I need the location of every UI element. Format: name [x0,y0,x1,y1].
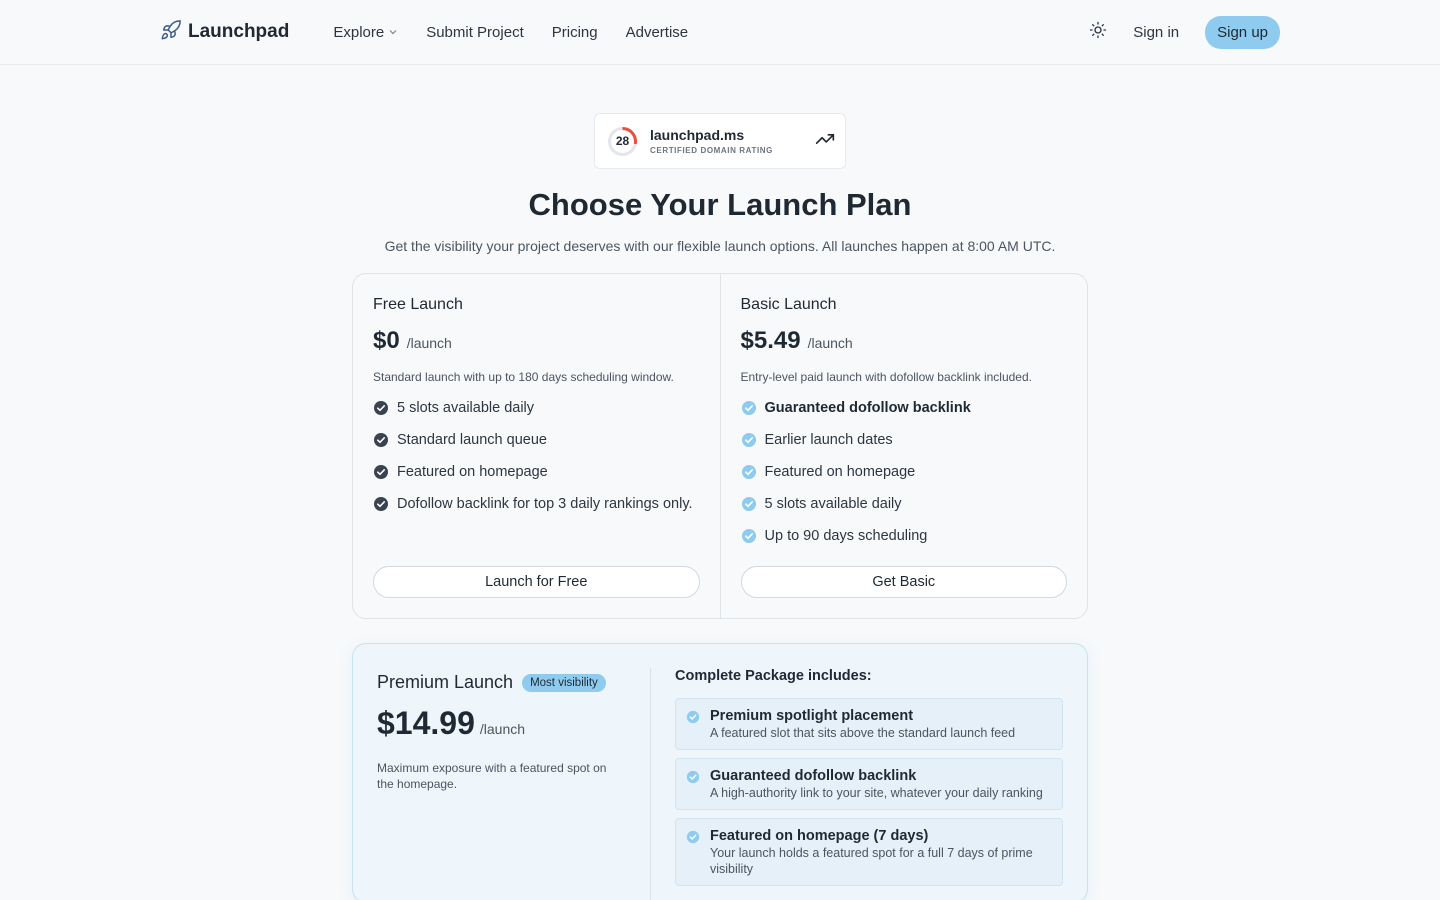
pricing-main: 28 launchpad.ms CERTIFIED DOMAIN RATING … [352,65,1088,900]
site-header: Launchpad Explore Submit Project Pricing… [0,0,1440,65]
check-circle-icon [373,432,389,454]
check-circle-icon [741,400,757,422]
check-circle-icon [373,400,389,422]
get-basic-button[interactable]: Get Basic [740,566,1067,598]
most-visibility-badge: Most visibility [522,673,606,692]
plan-description: Standard launch with up to 180 days sche… [373,370,674,384]
plan-basic: Basic Launch $5.49 /launch Entry-level p… [719,274,1088,618]
plan-feature-item: Featured on homepage [741,462,1068,486]
plan-price: $14.99 [377,705,475,741]
package-item-body: Premium spotlight placement A featured sl… [710,708,1015,741]
plan-feature-item: Featured on homepage [373,462,700,486]
plan-name: Free Launch [373,296,463,313]
plan-price: $5.49 [740,327,801,354]
package-item-title: Featured on homepage (7 days) [710,828,929,844]
nav-explore-label: Explore [333,23,385,41]
plan-feature-text: Featured on homepage [397,464,548,480]
plan-free: Free Launch $0 /launch Standard launch w… [353,274,720,618]
domain-rating-badge-wrap: 28 launchpad.ms CERTIFIED DOMAIN RATING [352,113,1088,169]
premium-summary: Premium Launch Most visibility $14.99 /l… [377,668,651,900]
package-item-description: A high-authority link to your site, what… [710,786,1043,800]
check-circle-icon [686,770,700,801]
plan-feature-item: 5 slots available daily [741,494,1068,518]
check-circle-icon [741,528,757,550]
sign-in-link[interactable]: Sign in [1133,24,1179,41]
nav-pricing[interactable]: Pricing [552,24,598,41]
plan-price-row: $14.99 /launch [377,705,626,742]
plan-name: Premium Launch [377,672,514,692]
rocket-icon [160,19,182,46]
plan-feature-text: Guaranteed dofollow backlink [764,400,971,416]
plan-feature-text: Standard launch queue [397,432,547,448]
domain-rating-caption: CERTIFIED DOMAIN RATING [650,146,773,155]
nav-explore[interactable]: Explore [333,24,398,41]
check-circle-icon [373,464,389,486]
premium-title-row: Premium Launch Most visibility [377,672,626,693]
plan-feature-text: Earlier launch dates [764,432,893,448]
package-item-title: Guaranteed dofollow backlink [710,768,917,784]
package-item-list: Premium spotlight placement A featured sl… [675,698,1063,886]
plan-feature-item: Standard launch queue [373,430,700,454]
domain-rating-text: launchpad.ms CERTIFIED DOMAIN RATING [650,127,773,155]
plan-description: Maximum exposure with a featured spot on… [377,761,607,791]
package-item-body: Guaranteed dofollow backlink A high-autho… [710,768,1043,801]
plan-name: Basic Launch [740,296,837,313]
chevron-down-icon [388,24,398,41]
plan-description: Entry-level paid launch with dofollow ba… [740,370,1033,384]
nav-submit-project[interactable]: Submit Project [426,24,524,41]
plan-premium: Premium Launch Most visibility $14.99 /l… [352,643,1088,900]
plan-feature-item: 5 slots available daily [373,398,700,422]
domain-rating-ring: 28 [607,126,638,157]
check-circle-icon [741,432,757,454]
package-item: Premium spotlight placement A featured sl… [675,698,1063,750]
check-circle-icon [686,830,700,877]
domain-rating-badge[interactable]: 28 launchpad.ms CERTIFIED DOMAIN RATING [594,113,846,169]
package-item-title: Premium spotlight placement [710,708,914,724]
plan-feature-text: Up to 90 days scheduling [764,528,928,544]
trending-up-icon [815,129,835,154]
plan-feature-list: 5 slots available daily Standard launch q… [373,398,700,526]
plan-feature-text: 5 slots available daily [764,496,902,512]
nav-advertise[interactable]: Advertise [626,24,689,41]
package-item-description: A featured slot that sits above the stan… [710,726,1016,740]
page-subtitle: Get the visibility your project deserves… [384,238,1056,254]
package-item: Guaranteed dofollow backlink A high-autho… [675,758,1063,810]
check-circle-icon [741,464,757,486]
package-item-body: Featured on homepage (7 days) Your launch… [710,828,1052,877]
launch-for-free-button[interactable]: Launch for Free [373,566,700,598]
plan-feature-text: Dofollow backlink for top 3 daily rankin… [397,496,693,512]
plan-feature-item: Dofollow backlink for top 3 daily rankin… [373,494,700,518]
plan-price: $0 [373,327,400,354]
check-circle-icon [373,496,389,518]
sign-up-button[interactable]: Sign up [1205,15,1280,49]
plan-price-unit: /launch [479,721,526,737]
domain-name: launchpad.ms [650,127,745,143]
plan-feature-list: Guaranteed dofollow backlink Earlier laun… [741,398,1068,558]
premium-package: Complete Package includes: Premium spotl… [651,668,1063,900]
plan-feature-item: Up to 90 days scheduling [741,526,1068,550]
page-title: Choose Your Launch Plan [528,187,912,222]
domain-rating-value: 28 [615,134,630,148]
header-actions: Sign in Sign up [1089,15,1280,49]
main-nav: Explore Submit Project Pricing Advertise [333,24,688,41]
plan-feature-text: 5 slots available daily [397,400,535,416]
plan-feature-item: Guaranteed dofollow backlink [741,398,1068,422]
sun-icon[interactable] [1089,21,1107,44]
package-item: Featured on homepage (7 days) Your launch… [675,818,1063,886]
plan-price-row: $0 /launch [373,327,700,355]
package-title: Complete Package includes: [675,668,872,684]
check-circle-icon [686,710,700,741]
plan-price-unit: /launch [406,335,452,351]
plan-price-unit: /launch [807,335,853,351]
brand-logo-link[interactable]: Launchpad [160,19,289,46]
plan-price-row: $5.49 /launch [741,327,1068,355]
plan-feature-item: Earlier launch dates [741,430,1068,454]
package-item-description: Your launch holds a featured spot for a … [710,846,1033,876]
plan-feature-text: Featured on homepage [764,464,916,480]
brand-name: Launchpad [188,21,290,42]
plans-grid: Free Launch $0 /launch Standard launch w… [352,273,1088,619]
check-circle-icon [741,496,757,518]
